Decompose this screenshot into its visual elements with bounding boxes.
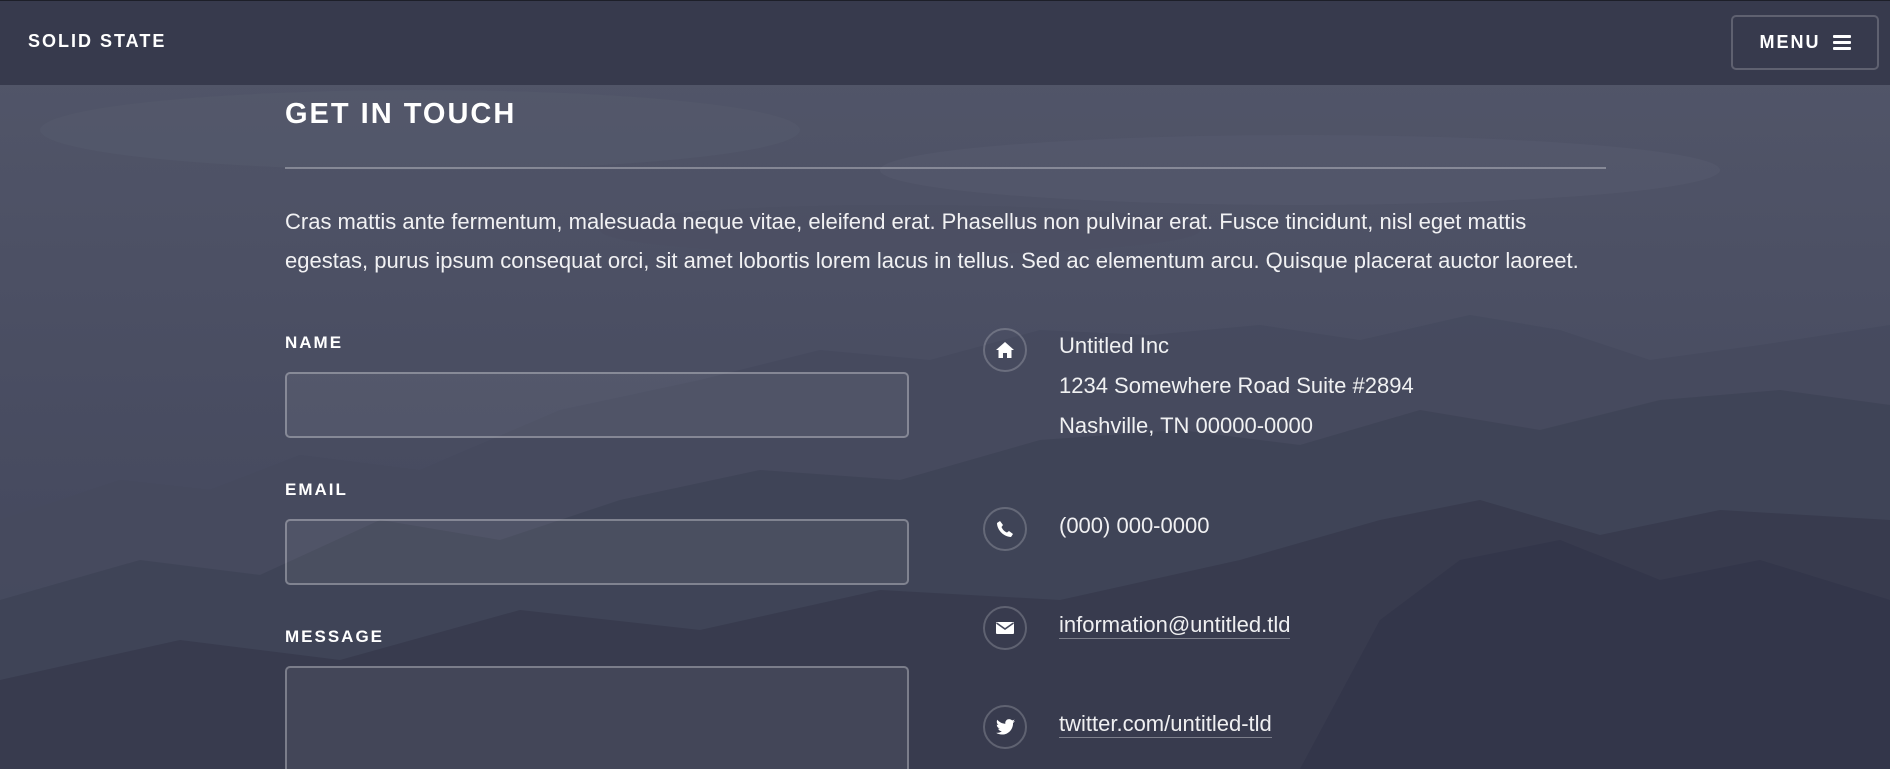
address-city: Nashville, TN 00000-0000 bbox=[1059, 413, 1313, 438]
email-field[interactable] bbox=[285, 519, 909, 585]
home-icon bbox=[983, 328, 1027, 372]
menu-button[interactable]: MENU bbox=[1731, 15, 1879, 70]
email-link-wrap: information@untitled.tld bbox=[1059, 605, 1291, 645]
section-title: GET IN TOUCH bbox=[285, 98, 517, 130]
email-link[interactable]: information@untitled.tld bbox=[1059, 612, 1291, 639]
twitter-link-wrap: twitter.com/untitled-tld bbox=[1059, 704, 1272, 744]
name-field[interactable] bbox=[285, 372, 909, 438]
address-company: Untitled Inc bbox=[1059, 333, 1170, 358]
twitter-icon[interactable] bbox=[983, 705, 1027, 749]
email-label: EMAIL bbox=[285, 480, 348, 499]
address-street: 1234 Somewhere Road Suite #2894 bbox=[1059, 373, 1414, 398]
twitter-link[interactable]: twitter.com/untitled-tld bbox=[1059, 711, 1272, 738]
title-divider bbox=[285, 167, 1606, 169]
envelope-icon bbox=[983, 606, 1027, 650]
hamburger-icon bbox=[1832, 34, 1851, 51]
site-header: SOLID STATE MENU bbox=[0, 0, 1890, 85]
address-block: Untitled Inc 1234 Somewhere Road Suite #… bbox=[1059, 326, 1414, 446]
phone-number: (000) 000-0000 bbox=[1059, 513, 1210, 538]
message-field[interactable] bbox=[285, 666, 909, 769]
message-label: MESSAGE bbox=[285, 627, 385, 646]
site-logo[interactable]: SOLID STATE bbox=[28, 31, 166, 52]
menu-button-label: MENU bbox=[1759, 32, 1821, 52]
section-intro: Cras mattis ante fermentum, malesuada ne… bbox=[285, 209, 1579, 273]
phone-icon bbox=[983, 507, 1027, 551]
background-mountains bbox=[0, 0, 1890, 769]
name-label: NAME bbox=[285, 333, 344, 352]
